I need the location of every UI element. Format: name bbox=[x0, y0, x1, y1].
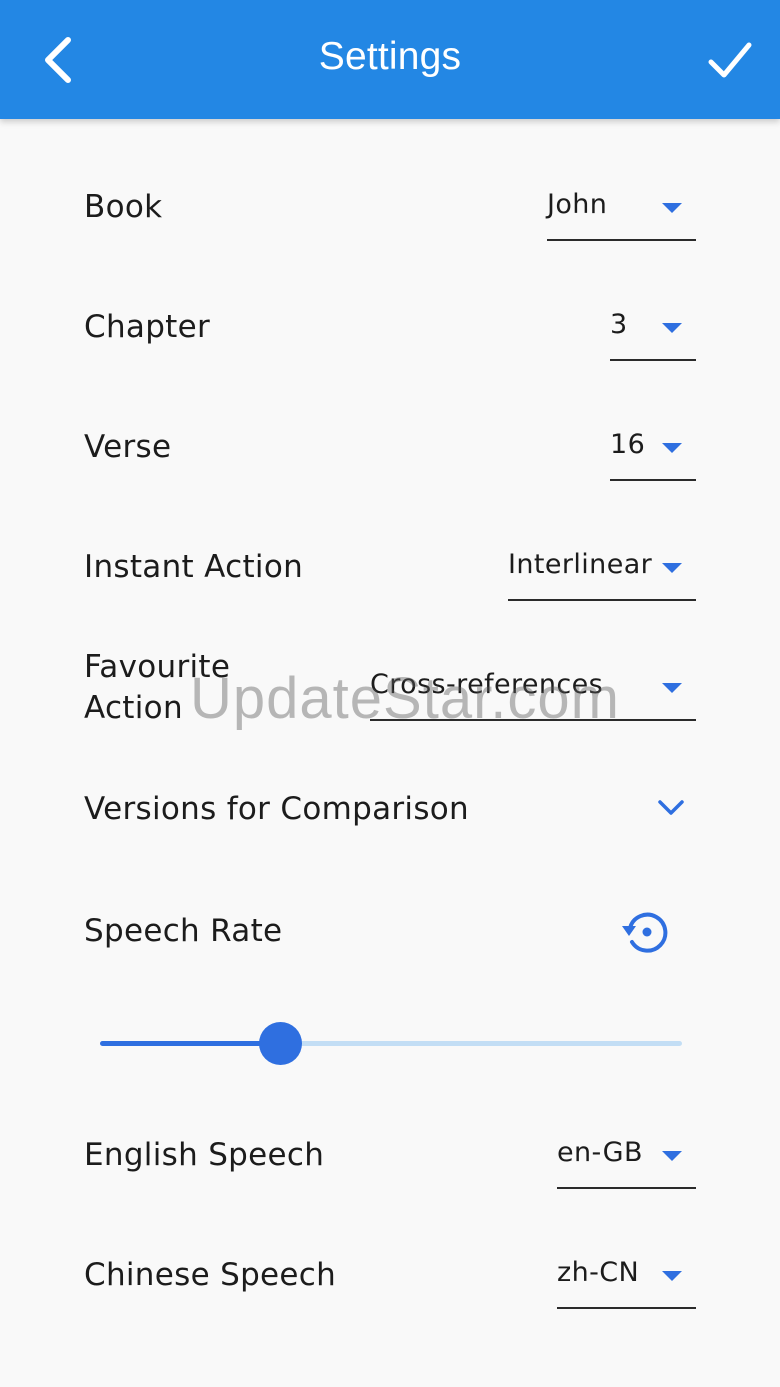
favourite-action-dropdown[interactable]: Cross-references bbox=[370, 663, 696, 721]
english-speech-label: English Speech bbox=[84, 1137, 325, 1173]
book-value: John bbox=[547, 189, 608, 220]
instant-action-label: Instant Action bbox=[84, 549, 304, 585]
dropdown-arrow-icon bbox=[662, 683, 682, 693]
dropdown-arrow-icon bbox=[662, 1271, 682, 1281]
chevron-down-icon[interactable] bbox=[656, 796, 686, 820]
dropdown-arrow-icon bbox=[662, 563, 682, 573]
instant-action-value: Interlinear bbox=[508, 549, 653, 580]
verse-label: Verse bbox=[84, 429, 172, 465]
chapter-dropdown[interactable]: 3 bbox=[610, 303, 696, 361]
app-bar: Settings bbox=[0, 0, 780, 119]
chapter-value: 3 bbox=[610, 309, 628, 340]
chinese-speech-dropdown[interactable]: zh-CN bbox=[557, 1251, 696, 1309]
dropdown-arrow-icon bbox=[662, 323, 682, 333]
chapter-label: Chapter bbox=[84, 309, 211, 345]
chinese-speech-value: zh-CN bbox=[557, 1257, 640, 1288]
english-speech-value: en-GB bbox=[557, 1137, 643, 1168]
page-title: Settings bbox=[318, 35, 462, 78]
favourite-action-label: Favourite Action bbox=[84, 647, 230, 729]
speech-rate-slider-thumb[interactable] bbox=[259, 1022, 302, 1065]
verse-value: 16 bbox=[610, 429, 646, 460]
dropdown-arrow-icon bbox=[662, 1151, 682, 1161]
reset-icon[interactable] bbox=[620, 908, 668, 956]
check-icon[interactable] bbox=[706, 38, 754, 82]
dropdown-arrow-icon bbox=[662, 203, 682, 213]
speech-rate-slider-inactive-track[interactable] bbox=[280, 1041, 682, 1046]
favourite-action-value: Cross-references bbox=[370, 669, 604, 700]
english-speech-dropdown[interactable]: en-GB bbox=[557, 1131, 696, 1189]
chinese-speech-label: Chinese Speech bbox=[84, 1257, 337, 1293]
speech-rate-slider-active-track[interactable] bbox=[100, 1041, 280, 1046]
book-label: Book bbox=[84, 189, 163, 225]
instant-action-dropdown[interactable]: Interlinear bbox=[508, 543, 696, 601]
book-dropdown[interactable]: John bbox=[547, 183, 696, 241]
speech-rate-label: Speech Rate bbox=[84, 913, 283, 949]
dropdown-arrow-icon bbox=[662, 443, 682, 453]
versions-comparison-label: Versions for Comparison bbox=[84, 791, 469, 827]
favourite-action-label-line1: Favourite bbox=[84, 649, 231, 685]
favourite-action-label-line2: Action bbox=[84, 690, 183, 726]
verse-dropdown[interactable]: 16 bbox=[610, 423, 696, 481]
